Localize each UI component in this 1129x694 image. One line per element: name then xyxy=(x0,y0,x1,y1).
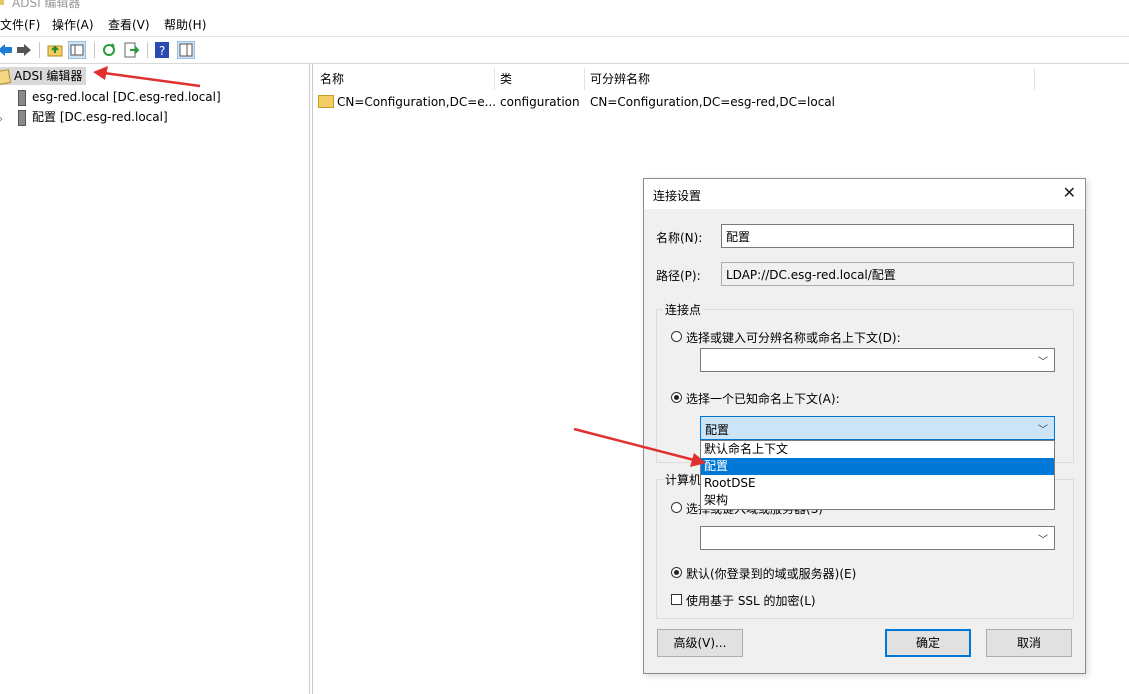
annotation-arrows xyxy=(93,66,706,467)
annotation-arrow-to-root xyxy=(103,71,201,88)
annotation-arrowhead xyxy=(93,66,108,80)
annotation-arrow-to-option xyxy=(573,427,695,462)
annotation-arrowhead xyxy=(690,453,706,467)
